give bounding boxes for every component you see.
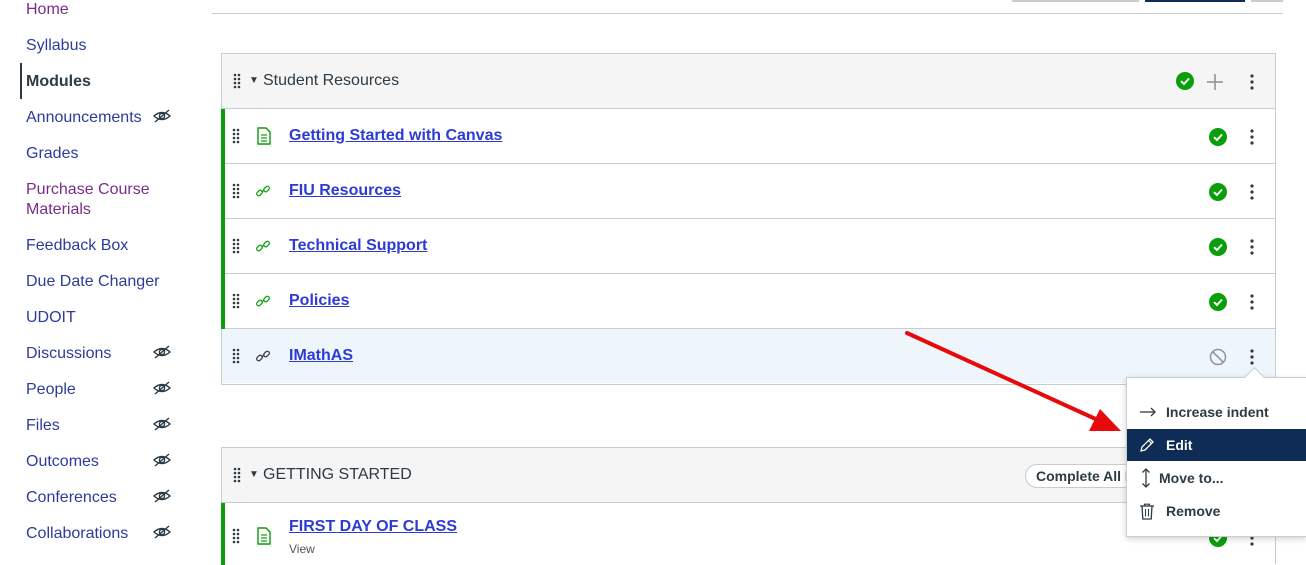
- menu-remove[interactable]: Remove: [1127, 495, 1306, 527]
- drag-handle-icon[interactable]: [232, 528, 240, 544]
- collapse-caret-icon[interactable]: ▼: [249, 75, 259, 86]
- module-item-link[interactable]: Technical Support: [289, 237, 427, 255]
- menu-item-label: Move to...: [1159, 470, 1224, 486]
- module-header: ▼ Student Resources: [222, 54, 1275, 109]
- published-indicator: [221, 219, 225, 274]
- header-divider: [212, 13, 1283, 14]
- eye-slash-icon: [152, 345, 172, 359]
- link-icon: [256, 185, 270, 197]
- drag-handle-icon[interactable]: [233, 73, 241, 89]
- add-item-icon[interactable]: [1206, 73, 1224, 91]
- published-indicator: [221, 503, 225, 565]
- menu-move-to[interactable]: Move to...: [1127, 462, 1306, 494]
- kebab-menu-icon[interactable]: [1249, 128, 1255, 146]
- module-item-link[interactable]: FIRST DAY OF CLASS: [289, 518, 457, 536]
- kebab-menu-icon[interactable]: [1249, 238, 1255, 256]
- header-button-edge[interactable]: [1251, 0, 1283, 2]
- nav-outcomes[interactable]: Outcomes: [26, 452, 99, 472]
- trash-icon: [1140, 503, 1154, 520]
- published-indicator: [221, 164, 225, 219]
- menu-item-label: Edit: [1166, 437, 1193, 453]
- module-item-row: Policies: [221, 274, 1275, 329]
- nav-files[interactable]: Files: [26, 416, 60, 436]
- menu-item-label: Remove: [1166, 503, 1221, 519]
- nav-modules[interactable]: Modules: [26, 72, 91, 92]
- nav-purchase-line2: Materials: [26, 201, 91, 218]
- module-item-row: Technical Support: [221, 219, 1275, 274]
- nav-feedback-box[interactable]: Feedback Box: [26, 236, 128, 256]
- move-icon: [1142, 468, 1150, 488]
- published-indicator: [221, 274, 225, 329]
- published-check-icon[interactable]: [1209, 238, 1227, 256]
- published-check-icon[interactable]: [1209, 128, 1227, 146]
- nav-udoit[interactable]: UDOIT: [26, 308, 76, 328]
- menu-edit[interactable]: Edit: [1127, 429, 1306, 461]
- published-check-icon[interactable]: [1209, 293, 1227, 311]
- kebab-menu-icon[interactable]: [1249, 293, 1255, 311]
- eye-slash-icon: [152, 417, 172, 431]
- published-check-icon[interactable]: [1209, 183, 1227, 201]
- published-check-icon[interactable]: [1176, 72, 1194, 90]
- nav-people[interactable]: People: [26, 380, 76, 400]
- module-item-link[interactable]: Getting Started with Canvas: [289, 127, 502, 145]
- module-title[interactable]: Student Resources: [263, 72, 399, 90]
- module-student-resources: ▼ Student Resources Getting Started with…: [221, 53, 1276, 385]
- header-button-edge[interactable]: [1012, 0, 1139, 2]
- kebab-menu-icon[interactable]: [1249, 73, 1255, 91]
- nav-discussions[interactable]: Discussions: [26, 344, 111, 364]
- nav-syllabus[interactable]: Syllabus: [26, 36, 86, 56]
- drag-handle-icon[interactable]: [232, 293, 240, 309]
- eye-slash-icon: [152, 381, 172, 395]
- nav-grades[interactable]: Grades: [26, 144, 78, 164]
- nav-purchase-course-materials[interactable]: Purchase Course Materials: [26, 180, 150, 220]
- drag-handle-icon[interactable]: [232, 183, 240, 199]
- drag-handle-icon[interactable]: [233, 467, 241, 483]
- item-requirement: View: [289, 542, 315, 556]
- collapse-caret-icon[interactable]: ▼: [249, 469, 259, 480]
- nav-purchase-line1: Purchase Course: [26, 181, 150, 198]
- drag-handle-icon[interactable]: [232, 128, 240, 144]
- nav-home[interactable]: Home: [26, 0, 69, 20]
- nav-announcements[interactable]: Announcements: [26, 108, 142, 128]
- module-item-row: FIU Resources: [221, 164, 1275, 219]
- published-indicator: [221, 109, 225, 164]
- module-item-row: FIRST DAY OF CLASS View: [221, 503, 1275, 565]
- page-icon: [257, 127, 271, 145]
- eye-slash-icon: [152, 489, 172, 503]
- pencil-icon: [1140, 438, 1154, 452]
- arrow-right-icon: [1140, 407, 1156, 417]
- module-item-link[interactable]: IMathAS: [289, 347, 353, 365]
- menu-increase-indent[interactable]: Increase indent: [1127, 396, 1306, 428]
- menu-item-label: Increase indent: [1166, 404, 1269, 420]
- link-icon: [256, 240, 270, 252]
- module-item-link[interactable]: FIU Resources: [289, 182, 401, 200]
- link-icon: [256, 295, 270, 307]
- eye-slash-icon: [152, 109, 172, 123]
- drag-handle-icon[interactable]: [232, 238, 240, 254]
- eye-slash-icon: [152, 453, 172, 467]
- active-indicator: [20, 63, 22, 99]
- nav-collaborations[interactable]: Collaborations: [26, 524, 128, 544]
- nav-due-date-changer[interactable]: Due Date Changer: [26, 272, 159, 292]
- drag-handle-icon[interactable]: [232, 348, 240, 364]
- module-item-row: Getting Started with Canvas: [221, 109, 1275, 164]
- kebab-menu-icon[interactable]: [1249, 183, 1255, 201]
- nav-conferences[interactable]: Conferences: [26, 488, 117, 508]
- link-icon: [256, 350, 270, 362]
- eye-slash-icon: [152, 525, 172, 539]
- module-title[interactable]: GETTING STARTED: [263, 466, 412, 484]
- module-item-link[interactable]: Policies: [289, 292, 349, 310]
- module-item-row: IMathAS: [222, 329, 1275, 383]
- course-navigation: Home Syllabus Modules Announcements Grad…: [0, 0, 200, 563]
- page-icon: [257, 527, 271, 545]
- header-button-edge[interactable]: [1145, 0, 1245, 2]
- kebab-menu-icon[interactable]: [1249, 348, 1255, 366]
- item-context-menu: Increase indent Edit Move to... Remove: [1126, 377, 1306, 537]
- unpublished-icon[interactable]: [1209, 348, 1227, 366]
